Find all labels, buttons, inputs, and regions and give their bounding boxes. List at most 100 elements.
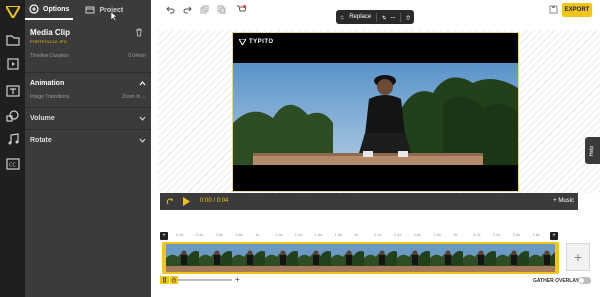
playback-bar: 0:00 / 0:04 + Music	[160, 193, 578, 210]
clip-context-toolbar: Replace	[336, 10, 414, 24]
timeline-duration-row: Timeline Duration 0.04min	[25, 52, 151, 60]
total-time: 0:04	[216, 198, 229, 204]
timeline-tick: 2.8s	[433, 232, 441, 237]
more-icon[interactable]	[391, 14, 396, 21]
crop-icon[interactable]	[381, 14, 387, 21]
clip-header: Media Clip PORTFOLIO2.JPG	[25, 20, 151, 44]
image-transitions-row: Image Transitions Zoom In ⌄	[25, 94, 151, 107]
timeline-tick: 3.4s	[492, 232, 501, 237]
replace-icon	[340, 15, 344, 19]
shapes-icon[interactable]	[6, 110, 20, 122]
cart-icon[interactable]	[237, 5, 246, 14]
current-time: 0:00	[200, 198, 212, 204]
image-transitions-label: Image Transitions	[30, 94, 70, 100]
timeline-tick: 0.2s	[176, 232, 184, 237]
help-tab[interactable]: Help	[585, 137, 600, 164]
timeline-tick: 3.8s	[532, 232, 540, 237]
timeline-tick: 1.6s	[314, 232, 323, 237]
timeline-tick: 2.4s	[393, 232, 402, 237]
tab-project[interactable]: Project	[81, 0, 127, 20]
brand-watermark: TYPITO	[239, 39, 274, 45]
help-label: Help	[589, 145, 596, 156]
clip-thumbnails	[166, 244, 555, 272]
timeline-tick: 3.6s	[512, 232, 521, 237]
clip-thumbnail	[397, 244, 431, 272]
media-track[interactable]	[162, 242, 559, 274]
divider	[376, 12, 377, 22]
clip-thumbnail	[166, 244, 200, 272]
clip-thumbnail	[496, 244, 530, 272]
timeline-tick: 1.4s	[294, 232, 303, 237]
captions-icon[interactable]: CC	[6, 158, 20, 170]
chevron-down-icon	[139, 138, 146, 143]
typito-logo-icon	[239, 39, 246, 45]
timeline-ruler[interactable]: 0.2s 0.4s 0.6s 0.8s 1s 1.2s 1.4s 1.6s 1.8s 2s 2.2s…	[160, 232, 560, 240]
timeline-tick: 2.6s	[413, 232, 422, 237]
gather-overlays-label: GATHER OVERLAYS	[533, 278, 583, 284]
section-volume-label: Volume	[30, 115, 55, 122]
replay-icon[interactable]	[166, 197, 174, 206]
clip-title: Media Clip	[30, 28, 71, 37]
save-icon[interactable]	[549, 5, 558, 14]
icon-rail: CC	[0, 0, 25, 297]
tab-options-label: Options	[43, 5, 70, 13]
zoom-in-button[interactable]: +	[235, 275, 240, 284]
duration-value[interactable]: 0.04min	[128, 53, 146, 59]
play-icon[interactable]	[182, 197, 190, 206]
options-icon	[29, 4, 39, 14]
clip-thumbnail	[199, 244, 233, 272]
paste-icon[interactable]	[217, 5, 226, 14]
section-animation[interactable]: Animation	[25, 72, 151, 94]
text-icon[interactable]	[6, 85, 20, 97]
time-separator: /	[213, 198, 216, 204]
section-rotate-label: Rotate	[30, 137, 52, 144]
svg-text:CC: CC	[9, 163, 16, 169]
undo-icon[interactable]	[166, 5, 175, 14]
playback-time: 0:00 / 0:04	[200, 198, 228, 204]
duration-label: Timeline Duration	[30, 53, 69, 59]
copy-icon[interactable]	[200, 5, 209, 14]
clip-thumbnail	[529, 244, 555, 272]
timeline-tick: 2s	[354, 232, 359, 237]
timeline-tick: 3.2s	[473, 232, 481, 237]
tab-options[interactable]: Options	[25, 0, 74, 20]
section-volume[interactable]: Volume	[25, 107, 151, 129]
timeline-tick: 1.8s	[334, 232, 342, 237]
section-rotate[interactable]: Rotate	[25, 129, 151, 151]
app-window: CC Options Project Media Clip PORTFOLIO2…	[0, 0, 600, 297]
timeline-tick: 0.4s	[195, 232, 204, 237]
video-icon[interactable]	[6, 58, 20, 70]
section-animation-label: Animation	[30, 80, 65, 87]
timeline-tick: 3s	[453, 232, 458, 237]
video-frame[interactable]: TYPITO	[232, 32, 519, 192]
timeline-tick: 1.2s	[275, 232, 283, 237]
project-icon	[85, 6, 95, 14]
add-after-button[interactable]: +	[550, 232, 558, 240]
add-clip-button[interactable]: +	[566, 243, 590, 271]
image-transitions-value: Zoom In	[122, 94, 141, 100]
timeline-tick: 0.8s	[235, 232, 243, 237]
timeline-tick: 0.6s	[215, 232, 224, 237]
clip-thumbnail	[364, 244, 398, 272]
panel-tabs: Options Project	[25, 0, 151, 20]
typito-logo-icon[interactable]	[6, 6, 20, 18]
add-music-button[interactable]: + Music	[553, 198, 574, 204]
redo-icon[interactable]	[183, 5, 192, 14]
brand-name: TYPITO	[249, 39, 274, 45]
music-icon[interactable]	[6, 133, 20, 145]
chevron-down-icon	[139, 116, 146, 121]
options-panel: Options Project Media Clip PORTFOLIO2.JP…	[25, 0, 151, 297]
delete-clip-icon[interactable]	[135, 28, 143, 37]
trash-icon[interactable]	[406, 14, 410, 21]
add-before-button[interactable]: +	[160, 232, 168, 240]
folder-icon[interactable]	[6, 34, 20, 46]
clip-thumbnail	[430, 244, 464, 272]
media-photo[interactable]	[233, 63, 518, 165]
divider	[400, 12, 401, 22]
timeline-tick: 2.2s	[374, 232, 382, 237]
gather-overlays-toggle[interactable]	[578, 277, 591, 284]
export-button[interactable]: EXPORT	[562, 3, 592, 17]
clip-filename: PORTFOLIO2.JPG	[30, 39, 67, 44]
image-transitions-select[interactable]: Zoom In ⌄	[122, 94, 146, 100]
replace-button[interactable]: Replace	[349, 14, 371, 20]
